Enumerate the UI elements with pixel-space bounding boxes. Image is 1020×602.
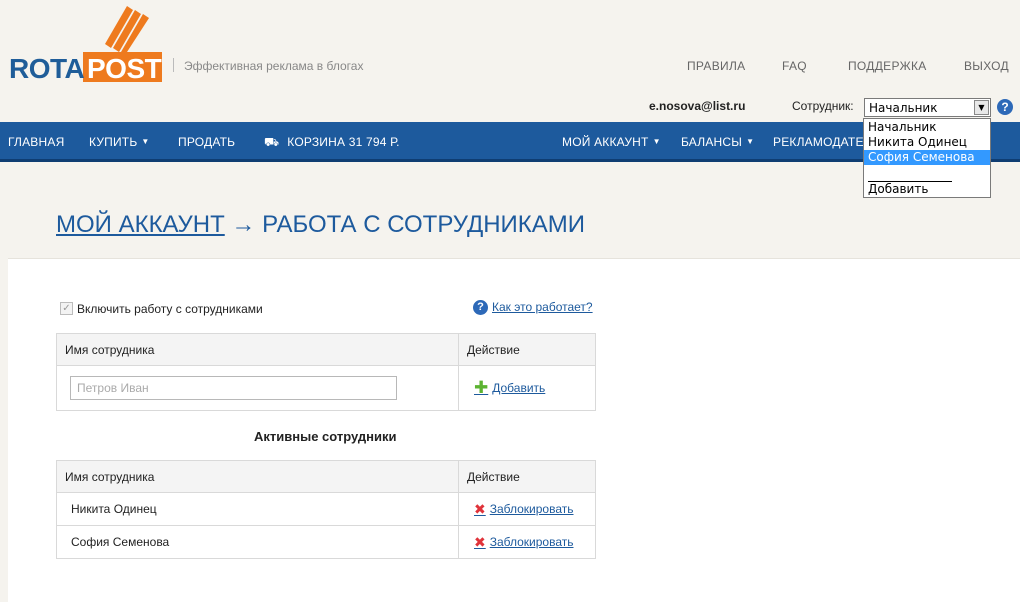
pencils-icon <box>105 6 149 52</box>
caret-down-icon: ▼ <box>746 137 755 146</box>
employee-name: София Семенова <box>56 525 459 559</box>
employee-name-input[interactable] <box>70 376 397 400</box>
block-label: Заблокировать <box>489 535 574 549</box>
table-row: ✚ Добавить <box>56 365 596 411</box>
employee-select-value: Начальник <box>869 101 938 115</box>
action-cell: ✚ Добавить <box>458 365 596 411</box>
rotapost-logo[interactable]: ROTA POST <box>8 4 163 84</box>
nav-buy[interactable]: КУПИТЬ ▼ <box>89 135 150 149</box>
tagline: Эффективная реклама в блогах <box>184 59 364 73</box>
employee-name: Никита Одинец <box>56 492 459 526</box>
name-input-cell <box>56 365 459 411</box>
add-employee-table: Имя сотрудника Действие ✚ Добавить <box>56 333 596 411</box>
help-icon[interactable]: ? <box>997 99 1013 115</box>
block-employee-button[interactable]: ✖ Заблокировать <box>474 534 574 551</box>
nav-account-label: МОЙ АККАУНТ <box>562 135 649 149</box>
table-row: София Семенова ✖ Заблокировать <box>56 525 596 559</box>
page-title-text: РАБОТА С СОТРУДНИКАМИ <box>262 211 586 238</box>
breadcrumb-arrow: → <box>231 211 256 238</box>
tagline-divider <box>173 58 174 72</box>
nav-home[interactable]: ГЛАВНАЯ <box>8 135 64 149</box>
nav-balances[interactable]: БАЛАНСЫ ▼ <box>681 135 754 149</box>
employee-option-add[interactable]: Добавить <box>864 182 990 197</box>
block-x-icon: ✖ <box>474 500 486 517</box>
active-employees-table: Имя сотрудника Действие Никита Одинец ✖ … <box>56 460 596 559</box>
employee-option-highlighted[interactable]: София Семенова <box>864 150 990 165</box>
table-row: Никита Одинец ✖ Заблокировать <box>56 492 596 526</box>
enable-employees-checkbox[interactable]: ✓ <box>60 302 73 315</box>
block-employee-button[interactable]: ✖ Заблокировать <box>474 501 574 518</box>
nav-balances-label: БАЛАНСЫ <box>681 135 743 149</box>
how-it-works-link[interactable]: Как это работает? <box>492 300 593 314</box>
cart-icon: ⛟ <box>264 135 280 149</box>
chevron-down-icon[interactable]: ▼ <box>974 100 989 115</box>
add-employee-button[interactable]: ✚ Добавить <box>474 377 546 397</box>
nav-cart-label: КОРЗИНА 31 794 Р. <box>287 135 400 149</box>
block-label: Заблокировать <box>489 502 574 516</box>
plus-icon: ✚ <box>474 377 489 397</box>
employee-label: Сотрудник: <box>792 99 854 113</box>
column-header: Имя сотрудника <box>56 333 459 366</box>
support-link[interactable]: ПОДДЕРЖКА <box>848 59 927 73</box>
column-header: Имя сотрудника <box>56 460 459 493</box>
caret-down-icon: ▼ <box>652 137 661 146</box>
logo-post-text: POST <box>87 53 162 84</box>
logo-rota-text: ROTA <box>9 53 85 84</box>
block-x-icon: ✖ <box>474 533 486 550</box>
action-cell: ✖ Заблокировать <box>458 525 596 559</box>
nav-sell[interactable]: ПРОДАТЬ <box>178 135 235 149</box>
user-email: e.nosova@list.ru <box>649 99 746 113</box>
caret-down-icon: ▼ <box>141 137 150 146</box>
nav-cart[interactable]: ⛟ КОРЗИНА 31 794 Р. <box>264 135 400 151</box>
nav-account[interactable]: МОЙ АККАУНТ ▼ <box>562 135 661 149</box>
active-employees-heading: Активные сотрудники <box>254 429 397 444</box>
add-employee-label: Добавить <box>492 380 546 395</box>
column-header: Действие <box>458 460 596 493</box>
faq-link[interactable]: FAQ <box>782 59 807 73</box>
action-cell: ✖ Заблокировать <box>458 492 596 526</box>
rules-link[interactable]: ПРАВИЛА <box>687 59 745 73</box>
logout-link[interactable]: ВЫХОД <box>964 59 1009 73</box>
employee-dropdown-list: Начальник Никита Одинец София Семенова Д… <box>863 118 991 198</box>
help-icon[interactable]: ? <box>473 300 488 315</box>
column-header: Действие <box>458 333 596 366</box>
employee-select[interactable]: Начальник ▼ <box>864 98 991 117</box>
breadcrumb-account-link[interactable]: МОЙ АККАУНТ <box>56 211 225 238</box>
employee-option[interactable]: Начальник <box>864 120 990 135</box>
employee-option[interactable]: Никита Одинец <box>864 135 990 150</box>
page-title: МОЙ АККАУНТ → РАБОТА С СОТРУДНИКАМИ <box>56 211 585 239</box>
table-header-row: Имя сотрудника Действие <box>56 460 596 493</box>
nav-buy-label: КУПИТЬ <box>89 135 138 149</box>
table-header-row: Имя сотрудника Действие <box>56 333 596 366</box>
enable-employees-label: Включить работу с сотрудниками <box>77 302 263 316</box>
